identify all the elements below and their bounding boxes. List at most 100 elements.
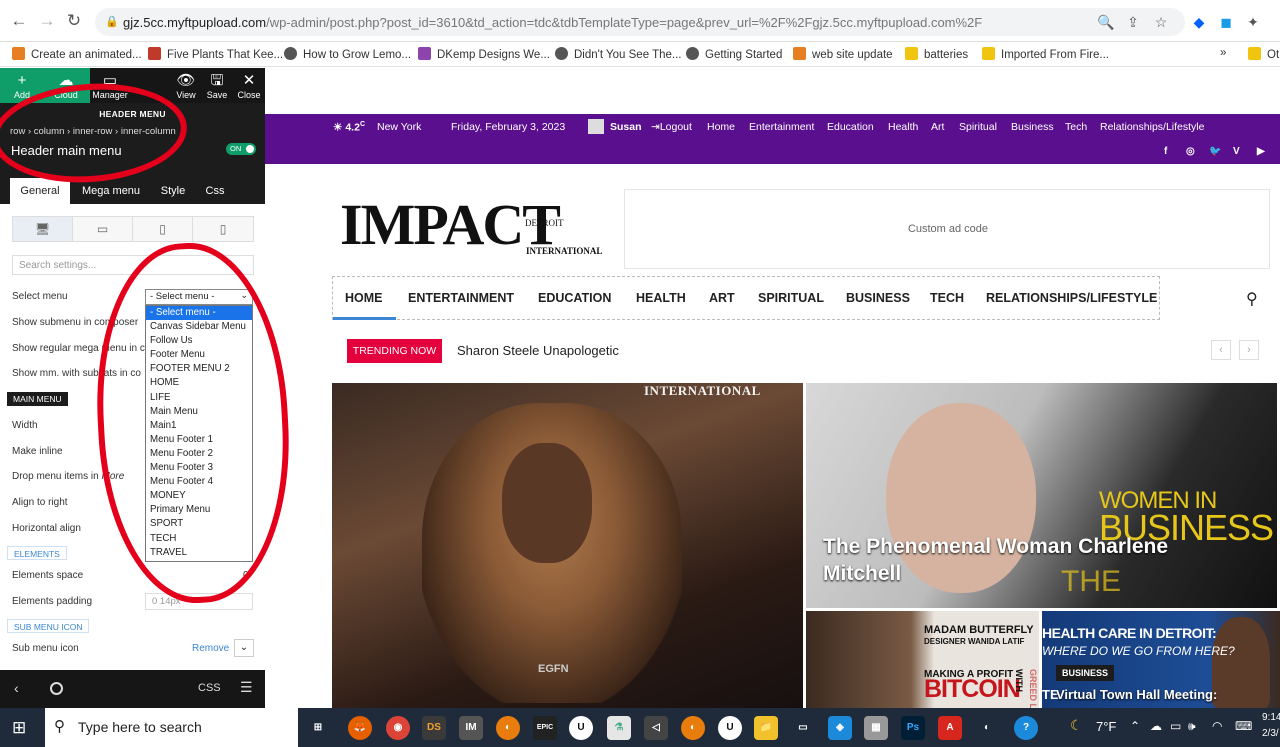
- clock-time[interactable]: 9:14: [1262, 712, 1280, 723]
- unity-icon[interactable]: ◁: [644, 716, 668, 740]
- menu-item-health[interactable]: HEALTH: [636, 291, 686, 305]
- photoshop-icon[interactable]: Ps: [901, 716, 925, 740]
- category-badge[interactable]: BUSINESS: [1056, 665, 1115, 681]
- menu-item-entertainment[interactable]: ENTERTAINMENT: [408, 291, 514, 305]
- task-view-icon[interactable]: ⊞: [306, 716, 330, 740]
- user-name[interactable]: Susan: [610, 121, 642, 133]
- top-link[interactable]: Home: [707, 121, 735, 133]
- tab-css[interactable]: Css: [196, 178, 234, 204]
- top-link[interactable]: Spiritual: [959, 121, 997, 133]
- lock-icon[interactable]: 🔒: [105, 15, 119, 28]
- menu-item-education[interactable]: EDUCATION: [538, 291, 611, 305]
- blender-icon[interactable]: ◐: [496, 716, 520, 740]
- bookmark-item[interactable]: web site update: [793, 47, 893, 61]
- top-link[interactable]: Relationships/Lifestyle: [1100, 121, 1204, 133]
- article-title[interactable]: Virtual Town Hall Meeting:: [1056, 687, 1217, 702]
- menu-item-relationships[interactable]: RELATIONSHIPS/LIFESTYLE: [986, 291, 1157, 305]
- temperature[interactable]: 7°F: [1096, 719, 1116, 734]
- menu-option[interactable]: Main Menu: [146, 405, 252, 419]
- top-link[interactable]: Art: [931, 121, 944, 133]
- tab-general[interactable]: General: [10, 178, 70, 204]
- tab-style[interactable]: Style: [150, 178, 196, 204]
- reload-icon[interactable]: ↻: [63, 10, 85, 32]
- menu-option[interactable]: Menu Footer 1: [146, 433, 252, 447]
- app-icon[interactable]: ◐: [975, 716, 999, 740]
- search-icon[interactable]: ⚲: [1246, 289, 1258, 309]
- acrobat-icon[interactable]: A: [938, 716, 962, 740]
- file-explorer-icon[interactable]: 📁: [754, 716, 778, 740]
- circle-icon[interactable]: [50, 682, 63, 695]
- app-icon[interactable]: ⚗: [607, 716, 631, 740]
- taskbar-search[interactable]: ⚲ Type here to search: [45, 708, 298, 747]
- trending-headline[interactable]: Sharon Steele Unapologetic: [457, 343, 619, 358]
- calculator-icon[interactable]: ▦: [864, 716, 888, 740]
- tablet-landscape-icon[interactable]: ▭: [73, 217, 133, 241]
- list-icon[interactable]: ☰: [240, 679, 253, 696]
- help-icon[interactable]: ?: [1014, 716, 1038, 740]
- desktop-icon[interactable]: 🖥: [13, 217, 73, 241]
- menu-option[interactable]: Canvas Sidebar Menu: [146, 320, 252, 334]
- menu-option[interactable]: SPORT: [146, 517, 252, 531]
- moon-weather-icon[interactable]: ☾: [1070, 717, 1083, 734]
- menu-option[interactable]: HOME: [146, 376, 252, 390]
- menu-option[interactable]: Primary Menu: [146, 503, 252, 517]
- clock-date[interactable]: 2/3/: [1262, 728, 1279, 739]
- star-icon[interactable]: ☆: [1152, 14, 1170, 31]
- menu-option[interactable]: LIFE: [146, 391, 252, 405]
- menu-item-business[interactable]: BUSINESS: [846, 291, 910, 305]
- blender-icon[interactable]: ◐: [681, 716, 705, 740]
- bookmark-item[interactable]: How to Grow Lemo...: [284, 47, 411, 61]
- logout-link[interactable]: ⇥Logout: [651, 121, 692, 133]
- url-text[interactable]: gjz.5cc.myftpupload.com/wp-admin/post.ph…: [123, 15, 1123, 30]
- bookmark-folder[interactable]: Imported From Fire...: [982, 47, 1109, 61]
- address-bar[interactable]: 🔒 gjz.5cc.myftpupload.com/wp-admin/post.…: [95, 8, 1185, 36]
- select-menu-dropdown[interactable]: - Select menu - ⌄: [145, 289, 253, 305]
- menu-option[interactable]: TRAVEL: [146, 546, 252, 560]
- site-logo[interactable]: IMPACT DETROIT INTERNATIONAL: [340, 196, 610, 258]
- epic-games-icon[interactable]: EPIC: [533, 716, 557, 740]
- add-button[interactable]: + Add: [2, 72, 42, 100]
- bookmarks-more-button[interactable]: »: [1220, 47, 1226, 59]
- prev-arrow-icon[interactable]: ‹: [1211, 340, 1231, 360]
- imagemagick-icon[interactable]: IM: [459, 716, 483, 740]
- chrome-icon[interactable]: ◉: [386, 716, 410, 740]
- close-button[interactable]: ✕ Close: [229, 72, 269, 100]
- extensions-puzzle-icon[interactable]: ✦: [1244, 14, 1262, 31]
- elements-space-value[interactable]: 0: [243, 570, 249, 581]
- menu-option[interactable]: Menu Footer 4: [146, 475, 252, 489]
- chevron-down-icon[interactable]: ⌄: [234, 639, 254, 657]
- menu-item-tech[interactable]: TECH: [930, 291, 964, 305]
- back-arrow-icon[interactable]: ←: [8, 10, 30, 32]
- top-link[interactable]: Health: [888, 121, 918, 133]
- extension-shield-icon[interactable]: ◼: [1217, 14, 1235, 31]
- speaker-icon[interactable]: 🕪: [1188, 719, 1196, 734]
- css-button[interactable]: CSS: [198, 682, 221, 694]
- instagram-icon[interactable]: ◎: [1186, 146, 1195, 157]
- breadcrumb[interactable]: row › column › inner-row › inner-column: [10, 126, 176, 137]
- dropbox-icon[interactable]: ◆: [1190, 14, 1208, 31]
- block-toggle[interactable]: ON: [226, 143, 256, 155]
- network-icon[interactable]: ▭: [1170, 719, 1181, 733]
- top-link[interactable]: Business: [1011, 121, 1054, 133]
- tray-chevron-icon[interactable]: ⌃: [1130, 719, 1140, 733]
- bookmark-item[interactable]: Getting Started: [686, 47, 782, 61]
- avatar[interactable]: [588, 119, 604, 134]
- bookmark-folder[interactable]: batteries: [905, 47, 968, 61]
- cloud-button[interactable]: ☁ Cloud: [46, 72, 86, 100]
- bookmark-item[interactable]: Didn't You See The...: [555, 47, 681, 61]
- top-link[interactable]: Entertainment: [749, 121, 814, 133]
- twitter-icon[interactable]: 🐦: [1209, 146, 1221, 157]
- daz-studio-icon[interactable]: DS: [422, 716, 446, 740]
- zoom-icon[interactable]: 🔍: [1097, 14, 1115, 31]
- menu-option[interactable]: MONEY: [146, 489, 252, 503]
- menu-option[interactable]: Menu Footer 3: [146, 461, 252, 475]
- menu-item-art[interactable]: ART: [709, 291, 735, 305]
- forward-arrow-icon[interactable]: →: [36, 10, 58, 32]
- menu-item-spiritual[interactable]: SPIRITUAL: [758, 291, 824, 305]
- featured-image-small-1[interactable]: MADAM BUTTERFLY DESIGNER WANIDA LATIF MA…: [806, 611, 1039, 734]
- wifi-icon[interactable]: ◠: [1212, 719, 1222, 733]
- tablet-portrait-icon[interactable]: ▯: [133, 217, 193, 241]
- youtube-icon[interactable]: ▶: [1257, 146, 1265, 157]
- unreal-icon[interactable]: U: [718, 716, 742, 740]
- elements-padding-input[interactable]: 0 14px: [145, 593, 253, 610]
